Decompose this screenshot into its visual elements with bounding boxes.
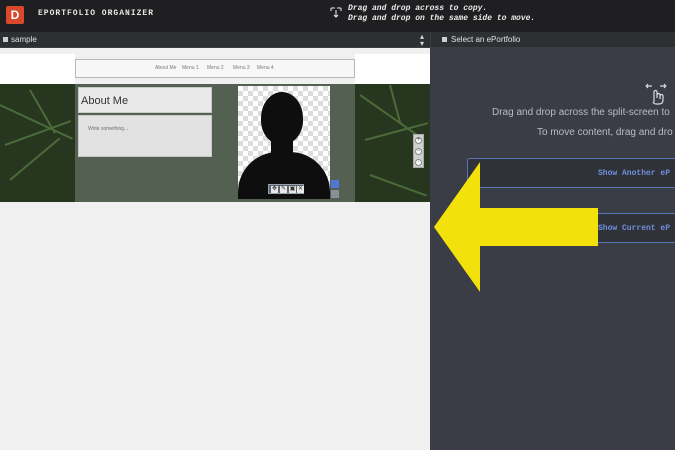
top-bar: D EPORTFOLIO ORGANIZER Drag and drop acr… [0, 0, 675, 32]
select-arrows-icon[interactable]: ▴ ▾ [420, 33, 424, 48]
profile-image[interactable] [238, 86, 330, 199]
app-title: EPORTFOLIO ORGANIZER [38, 9, 155, 18]
touch-gesture-icon [645, 83, 667, 105]
hero-banner [0, 84, 430, 202]
show-current-label: Show Current eP [598, 224, 671, 233]
left-panel-content: About Me Menu 1 Menu 2 Menu 3 Menu 4 Abo… [0, 48, 430, 450]
nav-item-menu2[interactable]: Menu 2 [207, 65, 224, 71]
nav-item-about[interactable]: About Me [155, 65, 176, 71]
select-block-icon[interactable] [331, 180, 339, 188]
delete-icon[interactable]: ✕ [297, 186, 304, 193]
edit-icon[interactable]: ✎ [280, 186, 287, 193]
right-panel-header: Select an ePortfolio [430, 32, 675, 48]
panel-square-icon [3, 37, 8, 42]
page-margin-right [355, 54, 430, 84]
left-panel-header: sample ▴ ▾ [0, 32, 430, 48]
move-icon[interactable]: ✥ [271, 186, 278, 193]
yellow-arrow-overlay [434, 162, 598, 292]
nav-item-menu4[interactable]: Menu 4 [257, 65, 274, 71]
select-eportfolio-label[interactable]: Select an ePortfolio [451, 35, 520, 44]
copy-icon[interactable]: ▣ [289, 186, 296, 193]
zoom-reset-icon[interactable]: · [415, 159, 422, 166]
instruction-move: To move content, drag and dro [537, 127, 673, 138]
drag-drop-icon [330, 7, 342, 18]
about-title: About Me [81, 95, 129, 107]
app-logo[interactable]: D [6, 6, 24, 24]
show-another-label: Show Another eP [598, 169, 671, 178]
panel-square-icon [442, 37, 447, 42]
zoom-controls: + − · [413, 134, 424, 168]
eportfolio-selector[interactable]: sample [11, 35, 37, 44]
nav-item-menu3[interactable]: Menu 3 [233, 65, 250, 71]
zoom-in-icon[interactable]: + [415, 137, 422, 144]
instruction-copy: Drag and drop across the split-screen to [492, 107, 670, 118]
block-settings-icon[interactable] [331, 190, 339, 198]
nav-item-menu1[interactable]: Menu 1 [182, 65, 199, 71]
text-block[interactable]: Write something... [78, 115, 212, 157]
image-toolbar: ✥ ✎ ▣ ✕ [268, 184, 304, 194]
hint-move: Drag and drop on the same side to move. [348, 14, 536, 23]
about-heading-block[interactable]: About Me [78, 87, 212, 113]
page-nav-bar[interactable]: About Me Menu 1 Menu 2 Menu 3 Menu 4 [75, 59, 355, 78]
text-placeholder: Write something... [88, 126, 129, 132]
zoom-out-icon[interactable]: − [415, 148, 422, 155]
page-margin-left [0, 54, 75, 84]
hint-copy: Drag and drop across to copy. [348, 4, 488, 13]
